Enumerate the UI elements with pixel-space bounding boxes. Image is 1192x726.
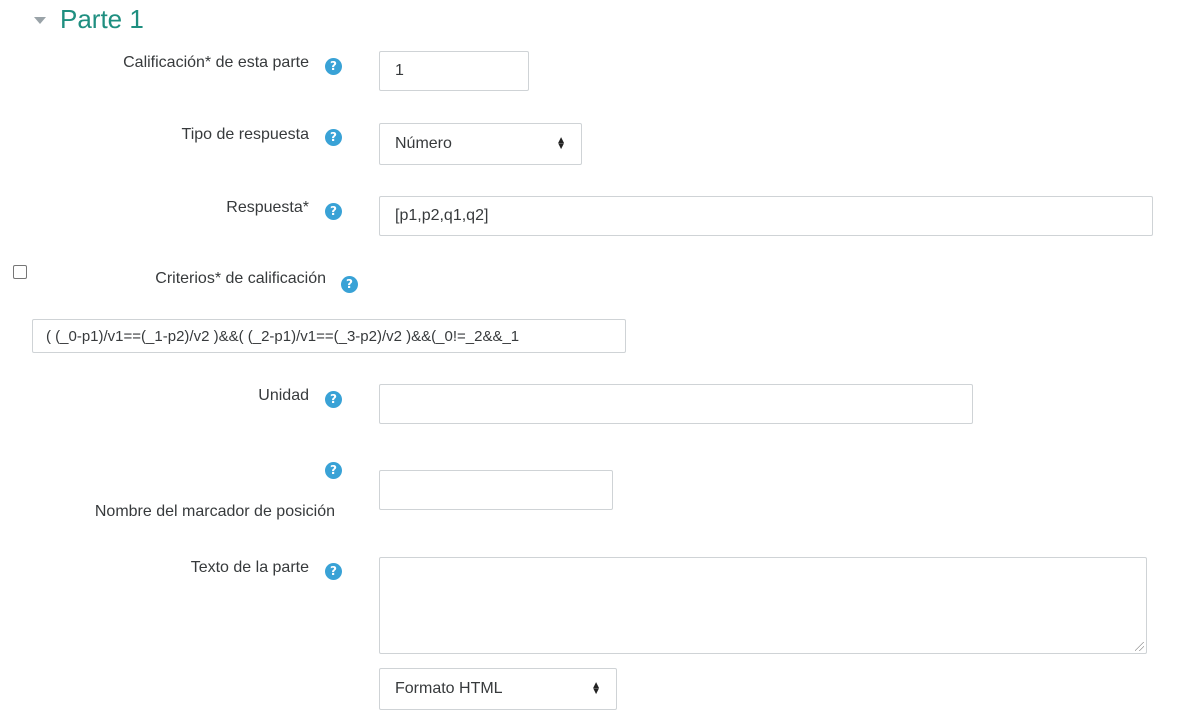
help-icon[interactable]: ?	[325, 391, 342, 408]
answer-input[interactable]: [p1,p2,q1,q2]	[379, 196, 1153, 236]
criteria-value: ( (_0-p1)/v1==(_1-p2)/v2 )&&( (_2-p1)/v1…	[46, 327, 520, 345]
resize-grip-icon[interactable]	[1135, 642, 1144, 651]
help-icon[interactable]: ?	[325, 563, 342, 580]
caret-down-icon	[34, 16, 46, 24]
part-text-textarea[interactable]	[379, 557, 1147, 654]
grade-value: 1	[395, 62, 404, 79]
help-icon[interactable]: ?	[325, 462, 342, 479]
criteria-checkbox[interactable]	[13, 265, 27, 279]
criteria-label: Criterios* de calificación	[155, 270, 326, 287]
response-type-select[interactable]: Número ▲ ▼	[379, 123, 582, 165]
help-icon[interactable]: ?	[325, 203, 342, 220]
up-down-arrows-icon: ▲ ▼	[556, 135, 566, 152]
format-value: Formato HTML	[395, 680, 503, 697]
response-type-value: Número	[395, 135, 452, 152]
grade-label: Calificación* de esta parte	[123, 54, 309, 71]
part-text-label: Texto de la parte	[190, 559, 309, 576]
unit-label: Unidad	[258, 387, 309, 404]
criteria-input[interactable]: ( (_0-p1)/v1==(_1-p2)/v2 )&&( (_2-p1)/v1…	[32, 319, 626, 353]
grade-input[interactable]: 1	[379, 51, 529, 91]
answer-label: Respuesta*	[226, 199, 309, 216]
help-icon[interactable]: ?	[325, 129, 342, 146]
unit-input[interactable]	[379, 384, 973, 424]
answer-value: [p1,p2,q1,q2]	[395, 207, 489, 224]
placeholder-name-label: Nombre del marcador de posición	[94, 503, 335, 520]
section-toggle[interactable]: Parte 1	[34, 2, 144, 36]
up-down-arrows-icon: ▲ ▼	[591, 680, 601, 697]
help-icon[interactable]: ?	[341, 276, 358, 293]
placeholder-name-input[interactable]	[379, 470, 613, 510]
response-type-label: Tipo de respuesta	[181, 126, 309, 143]
section-title: Parte 1	[60, 3, 144, 34]
format-select[interactable]: Formato HTML ▲ ▼	[379, 668, 617, 710]
help-icon[interactable]: ?	[325, 58, 342, 75]
